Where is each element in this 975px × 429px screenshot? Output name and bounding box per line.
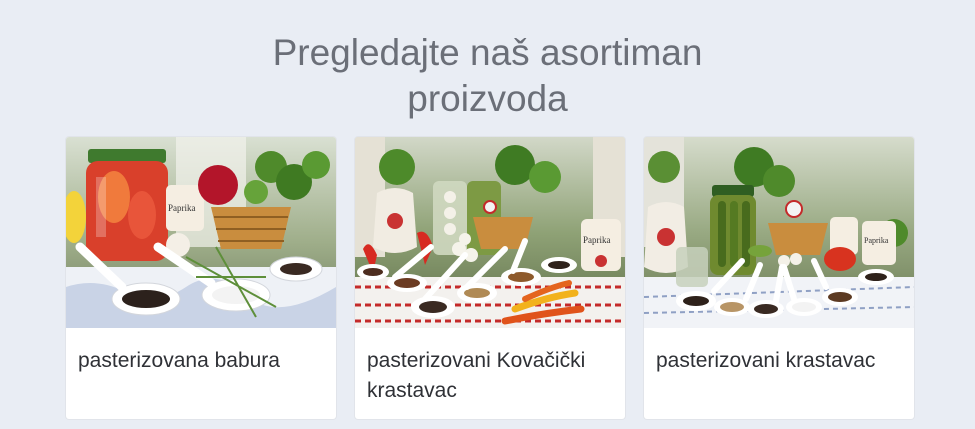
product-card-krastavac[interactable]: Paprika pasterizovani krastavac [644,137,914,419]
product-name-krastavac[interactable]: pasterizovani krastavac [656,346,904,376]
product-name-kovacicki[interactable]: pasterizovani Kovačički krastavac [367,346,615,406]
section-title: Pregledajte naš asortiman proizvoda [0,30,975,122]
product-image-babura[interactable]: Paprika [66,137,336,328]
product-card-kovacicki[interactable]: Paprika pasterizovani Kovačički krastava… [355,137,625,419]
jar-label: Paprika [864,236,889,245]
product-name-babura[interactable]: pasterizovana babura [78,346,326,376]
product-image-kovacicki[interactable]: Paprika [355,137,625,328]
product-card-babura[interactable]: Paprika pasterizovana babura [66,137,336,419]
section-title-line-2: proizvoda [407,78,568,119]
jar-label: Paprika [583,235,611,245]
jar-label: Paprika [168,203,196,213]
product-image-krastavac[interactable]: Paprika [644,137,914,328]
section-title-line-1: Pregledajte naš asortiman [272,32,703,73]
